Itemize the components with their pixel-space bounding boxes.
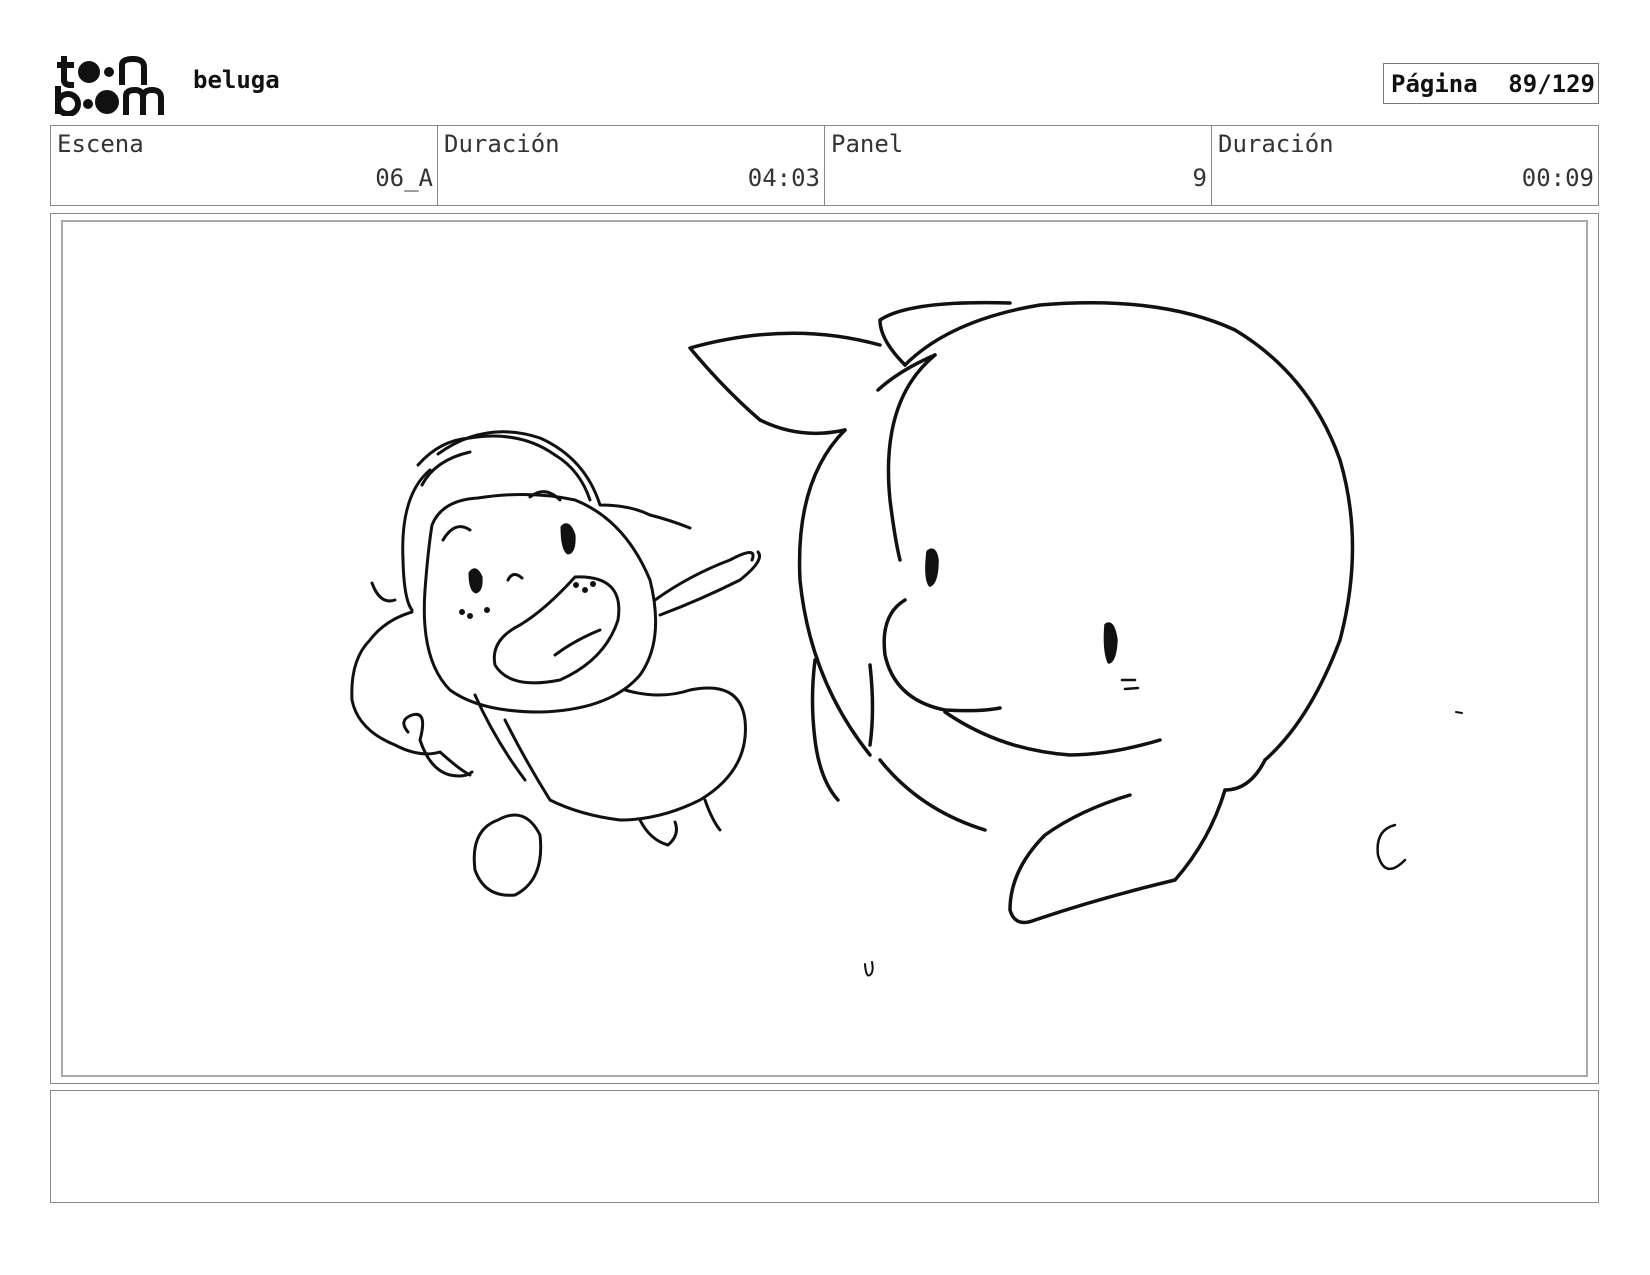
panel-notes-box (50, 1090, 1599, 1203)
toon-boom-logo-mark (55, 55, 164, 116)
scene-duration-cell: Duración 04:03 (438, 126, 825, 205)
panel-label: Panel (831, 130, 904, 158)
scene-duration-value: 04:03 (747, 164, 820, 192)
scene-label: Escena (57, 130, 144, 158)
panel-duration-label: Duración (1218, 130, 1334, 158)
panel-cell: Panel 9 (825, 126, 1212, 205)
toon-boom-logo (54, 54, 172, 116)
storyboard-panel-safe-area (61, 220, 1588, 1077)
panel-value: 9 (1192, 164, 1207, 192)
panel-duration-cell: Duración 00:09 (1212, 126, 1598, 205)
panel-info-row: Escena 06_A Duración 04:03 Panel 9 Durac… (50, 125, 1599, 206)
scene-cell: Escena 06_A (51, 126, 438, 205)
page-label: Página (1391, 70, 1478, 98)
page-indicator: Página 89/129 (1383, 63, 1599, 104)
scene-value: 06_A (375, 164, 433, 192)
page-number: 89/129 (1508, 70, 1595, 98)
scene-duration-label: Duración (444, 130, 560, 158)
project-title: beluga (193, 66, 280, 94)
panel-duration-value: 00:09 (1521, 164, 1594, 192)
